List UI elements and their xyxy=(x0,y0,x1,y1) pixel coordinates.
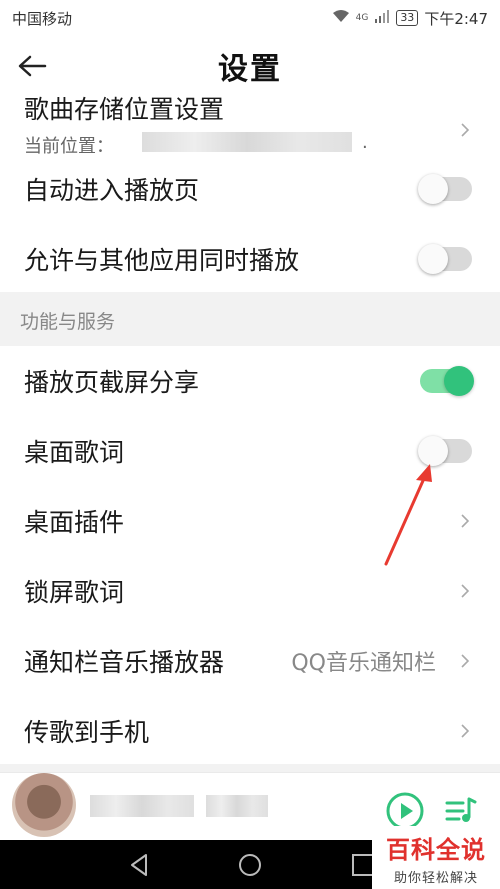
simultaneous-play-label: 允许与其他应用同时播放 xyxy=(24,246,300,275)
annotation-arrow-icon xyxy=(384,464,432,566)
simultaneous-play-row[interactable]: 允许与其他应用同时播放 xyxy=(0,224,500,294)
status-bar: 中国移动 4G 33 下午2:47 xyxy=(0,0,500,36)
chevron-right-icon xyxy=(461,584,470,598)
auto-enter-play-row[interactable]: 自动进入播放页 xyxy=(0,154,500,224)
storage-path-redacted xyxy=(142,132,352,152)
storage-path-dot: . xyxy=(362,132,368,153)
simultaneous-play-toggle[interactable] xyxy=(418,244,472,274)
general-settings-section: 歌曲存储位置设置 当前位置： . 自动进入播放页 允许与其他应用同时播放 xyxy=(0,95,500,294)
desktop-widget-label: 桌面插件 xyxy=(24,508,125,537)
services-section-header: 功能与服务 xyxy=(20,310,116,333)
auto-enter-play-label: 自动进入播放页 xyxy=(24,176,200,205)
lockscreen-lyrics-label: 锁屏歌词 xyxy=(24,578,125,607)
status-right: 4G 33 下午2:47 xyxy=(332,8,488,29)
page-title: 设置 xyxy=(218,52,282,87)
chevron-right-icon xyxy=(461,514,470,528)
chevron-right-icon xyxy=(461,724,470,738)
notification-player-row[interactable]: 通知栏音乐播放器 QQ音乐通知栏 xyxy=(0,626,500,696)
wifi-icon xyxy=(332,9,350,27)
screenshot-share-toggle[interactable] xyxy=(420,366,474,396)
watermark-logo: 百科全说 助你轻松解决 xyxy=(372,826,500,889)
toggle-knob xyxy=(444,366,474,396)
battery-icon: 33 xyxy=(396,10,419,26)
carrier-text: 中国移动 xyxy=(12,9,73,28)
desktop-lyrics-label: 桌面歌词 xyxy=(24,438,125,467)
artist-redacted xyxy=(206,795,268,817)
signal-icon xyxy=(374,9,390,27)
app-header: 设置 xyxy=(0,36,500,96)
play-button[interactable] xyxy=(385,791,425,831)
nav-home-button[interactable] xyxy=(237,852,263,878)
song-title-redacted xyxy=(90,795,194,817)
network-type-label: 4G xyxy=(355,13,369,23)
playlist-button[interactable] xyxy=(444,793,478,827)
screenshot-share-row[interactable]: 播放页截屏分享 xyxy=(0,346,500,416)
screenshot-share-label: 播放页截屏分享 xyxy=(24,368,200,397)
watermark-main-text: 百科全说 xyxy=(386,835,486,864)
chevron-right-icon xyxy=(461,654,470,668)
nav-back-button[interactable] xyxy=(126,852,152,878)
back-arrow-icon xyxy=(18,55,47,77)
auto-enter-play-toggle[interactable] xyxy=(418,174,472,204)
transfer-songs-row[interactable]: 传歌到手机 xyxy=(0,696,500,766)
storage-location-label: 歌曲存储位置设置 xyxy=(24,95,225,124)
watermark-sub-text: 助你轻松解决 xyxy=(393,870,478,886)
clock-text: 下午2:47 xyxy=(424,9,488,28)
album-art[interactable] xyxy=(12,773,76,837)
transfer-songs-label: 传歌到手机 xyxy=(24,718,150,747)
toggle-knob xyxy=(418,244,448,274)
toggle-knob xyxy=(418,174,448,204)
back-button[interactable] xyxy=(10,44,54,88)
notification-player-value: QQ音乐通知栏 xyxy=(291,651,436,676)
chevron-right-icon xyxy=(461,123,470,137)
notification-player-label: 通知栏音乐播放器 xyxy=(24,648,225,677)
